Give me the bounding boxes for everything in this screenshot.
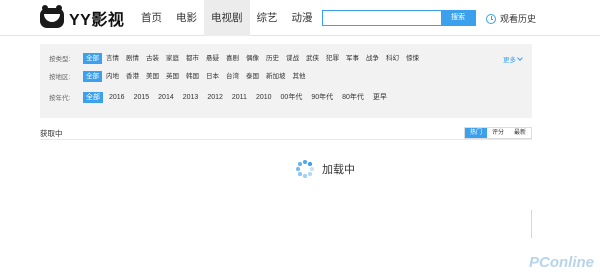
more-label: 更多 — [503, 57, 516, 64]
filter-option-year[interactable]: 2011 — [229, 92, 250, 103]
filter-option-region[interactable]: 全部 — [83, 70, 102, 82]
filter-option-year[interactable]: 2016 — [106, 92, 128, 103]
filter-option-region[interactable]: 新加坡 — [263, 71, 289, 82]
nav-item-movies[interactable]: 电影 — [169, 0, 204, 36]
filter-option-region[interactable]: 内地 — [103, 71, 122, 82]
filter-option-year[interactable]: 80年代 — [339, 92, 367, 103]
nav-item-home[interactable]: 首页 — [134, 0, 169, 36]
filter-option-region[interactable]: 美国 — [143, 71, 162, 82]
logo[interactable]: YY影视 — [40, 5, 125, 30]
filter-option-year[interactable]: 2013 — [180, 92, 202, 103]
filter-option-year[interactable]: 2012 — [204, 92, 226, 103]
filter-option-year[interactable]: 全部 — [83, 91, 103, 103]
nav-item-variety[interactable]: 综艺 — [250, 0, 285, 36]
filter-option-type[interactable]: 偶像 — [243, 53, 262, 64]
nav-item-anime[interactable]: 动漫 — [285, 0, 320, 36]
scrollbar[interactable] — [531, 210, 532, 238]
search-input[interactable] — [323, 11, 441, 25]
filter-option-type[interactable]: 都市 — [183, 53, 202, 64]
nav-item-tv-series[interactable]: 电视剧 — [204, 0, 250, 36]
spinner-dot — [303, 160, 307, 164]
loading-text: 加载中 — [322, 164, 355, 176]
spinner-icon — [296, 160, 314, 178]
filter-option-region[interactable]: 日本 — [203, 71, 222, 82]
watermark: PConline — [528, 254, 594, 271]
filter-option-year[interactable]: 90年代 — [308, 92, 336, 103]
spinner-dot — [308, 172, 312, 176]
fetching-status: 获取中 — [40, 129, 63, 138]
filter-option-type[interactable]: 谍战 — [283, 53, 302, 64]
filter-option-type[interactable]: 历史 — [263, 53, 282, 64]
filter-option-region[interactable]: 英国 — [163, 71, 182, 82]
filter-option-type[interactable]: 犯罪 — [323, 53, 342, 64]
filter-label-year: 按年代: — [49, 95, 71, 102]
filter-option-type[interactable]: 言情 — [103, 53, 122, 64]
filter-option-region[interactable]: 其他 — [290, 71, 309, 82]
filter-row-region: 按地区: 全部 内地 香港 美国 英国 韩国 日本 台湾 泰国 新加坡 其他 — [49, 70, 310, 82]
filter-option-region[interactable]: 香港 — [123, 71, 142, 82]
filter-option-region[interactable]: 泰国 — [243, 71, 262, 82]
filter-option-region[interactable]: 台湾 — [223, 71, 242, 82]
filter-option-type[interactable]: 科幻 — [383, 53, 402, 64]
spinner-dot — [298, 172, 302, 176]
clock-icon — [486, 13, 496, 24]
filter-option-type[interactable]: 战争 — [363, 53, 382, 64]
logo-icon — [40, 5, 64, 28]
list-status-bar: 获取中 热门 评分 最新 — [40, 126, 532, 140]
chevron-down-icon — [517, 55, 523, 61]
main-nav: 首页 电影 电视剧 综艺 动漫 — [134, 0, 320, 36]
filter-option-type[interactable]: 喜剧 — [223, 53, 242, 64]
watch-history-link[interactable]: 观看历史 — [486, 12, 536, 25]
logo-text: YY影视 — [69, 12, 125, 29]
sort-hot-button[interactable]: 热门 — [464, 128, 487, 138]
sort-rating-button[interactable]: 评分 — [487, 128, 509, 138]
filter-option-type[interactable]: 惊悚 — [403, 53, 422, 64]
spinner-dot — [310, 167, 314, 171]
filter-option-type[interactable]: 全部 — [83, 52, 102, 64]
search-box: 搜索 — [322, 10, 476, 26]
filter-option-type[interactable]: 剧情 — [123, 53, 142, 64]
filter-option-year[interactable]: 2014 — [155, 92, 177, 103]
filter-panel: 按类型: 全部 言情 剧情 古装 家庭 都市 悬疑 喜剧 偶像 历史 谍战 武侠 犯罪 军事 战争 科幻 惊悚 … — [40, 44, 532, 118]
filter-row-year: 按年代: 全部 2016 2015 2014 2013 2012 2011 2010 00年代 9… — [49, 91, 393, 103]
filter-option-year[interactable]: 00年代 — [278, 92, 306, 103]
search-button[interactable]: 搜索 — [441, 11, 475, 25]
filter-option-type[interactable]: 军事 — [343, 53, 362, 64]
filter-option-type[interactable]: 悬疑 — [203, 53, 222, 64]
filter-option-type[interactable]: 家庭 — [163, 53, 182, 64]
spinner-dot — [303, 174, 307, 178]
sort-latest-button[interactable]: 最新 — [509, 128, 531, 138]
filter-option-year[interactable]: 更早 — [370, 92, 390, 103]
spinner-dot — [298, 162, 302, 166]
spinner-dot — [296, 167, 300, 171]
spinner-dot — [308, 162, 312, 166]
sort-options: 热门 评分 最新 — [463, 127, 532, 139]
top-navigation-bar: YY影视 首页 电影 电视剧 综艺 动漫 搜索 观看历史 — [0, 0, 600, 36]
watch-history-label: 观看历史 — [500, 14, 537, 24]
filter-option-type[interactable]: 武侠 — [303, 53, 322, 64]
filter-row-type: 按类型: 全部 言情 剧情 古装 家庭 都市 悬疑 喜剧 偶像 历史 谍战 武侠 犯罪 军事 战争 科幻 惊悚 — [49, 52, 423, 64]
filter-option-year[interactable]: 2015 — [131, 92, 153, 103]
filter-option-type[interactable]: 古装 — [143, 53, 162, 64]
filter-option-region[interactable]: 韩国 — [183, 71, 202, 82]
more-filters-toggle[interactable]: 更多 — [503, 54, 523, 64]
filter-label-region: 按地区: — [49, 74, 71, 81]
loading-indicator: 加载中 — [296, 160, 355, 178]
filter-label-type: 按类型: — [49, 56, 71, 63]
filter-option-year[interactable]: 2010 — [253, 92, 275, 103]
